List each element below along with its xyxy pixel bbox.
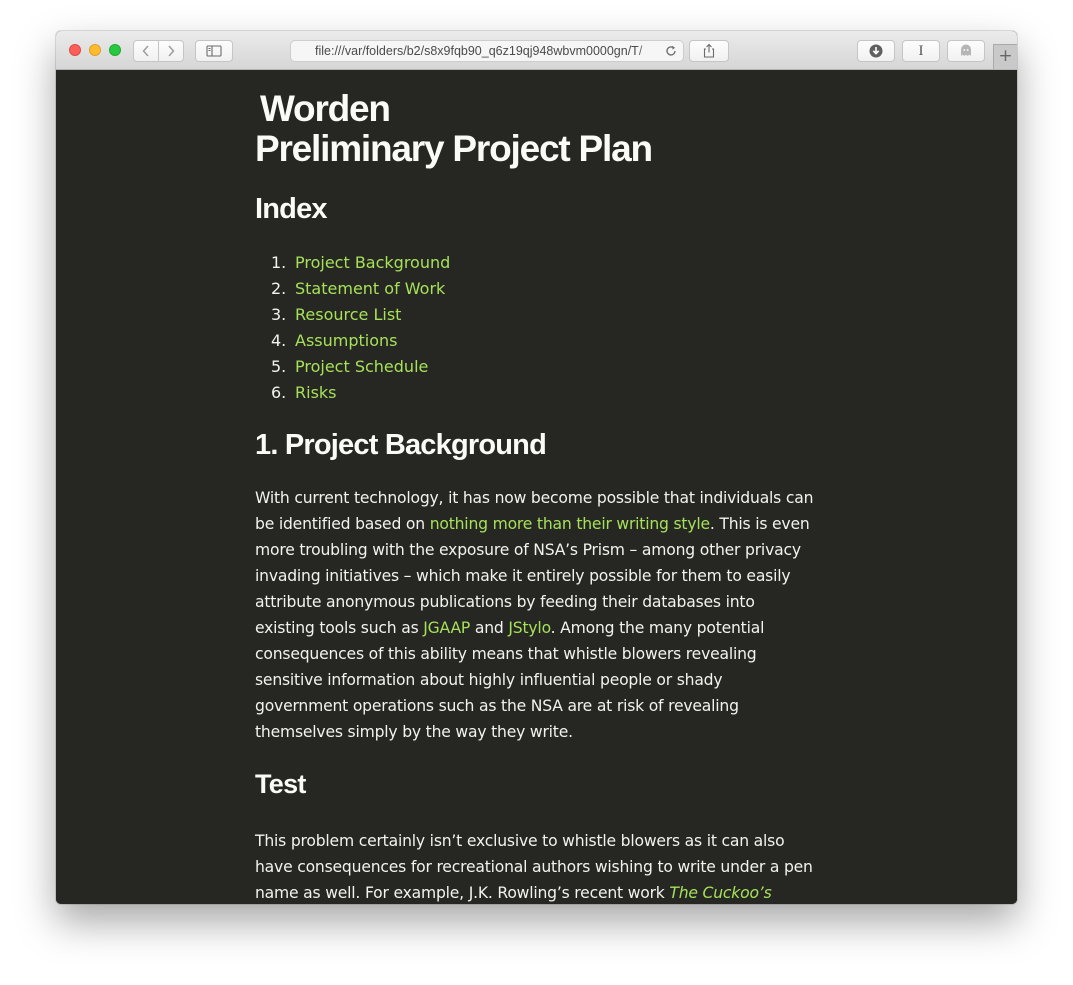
toc-link-resource-list[interactable]: Resource List: [295, 305, 401, 324]
new-tab-button[interactable]: +: [993, 44, 1017, 69]
page-title: Worden Preliminary Project Plan: [255, 89, 815, 169]
forward-button[interactable]: [158, 40, 184, 62]
title-line-2: Preliminary Project Plan: [255, 128, 653, 169]
toc-item: 6. Risks: [255, 380, 450, 406]
downloads-button[interactable]: [857, 40, 895, 62]
toc-item: 2. Statement of Work: [255, 276, 450, 302]
toc-number: 2.: [271, 279, 287, 298]
ghost-icon: [961, 44, 971, 56]
minimize-window-button[interactable]: [89, 44, 101, 56]
index-heading: Index: [255, 193, 328, 225]
toc-link-assumptions[interactable]: Assumptions: [295, 331, 397, 350]
paragraph-text: . Among the many potential consequences …: [255, 619, 765, 741]
toc-number: 6.: [271, 383, 287, 402]
table-of-contents: 1. Project Background 2. Statement of Work…: [255, 250, 450, 406]
reload-icon[interactable]: [664, 44, 678, 58]
download-icon: [869, 44, 883, 58]
writing-style-link[interactable]: nothing more than their writing style: [430, 515, 710, 533]
toc-number: 4.: [271, 331, 287, 350]
cuckoos-calling-link[interactable]: The Cuckoo’s: [669, 884, 771, 902]
browser-window: file:///var/folders/b2/s8x9fqb90_q6z19qj…: [56, 31, 1017, 904]
sidebar-icon: [206, 45, 222, 57]
section-heading-project-background: 1. Project Background: [255, 429, 547, 461]
share-icon: [703, 43, 715, 58]
toc-item: 1. Project Background: [255, 250, 450, 276]
test-paragraph: This problem certainly isn’t exclusive t…: [255, 828, 815, 904]
title-line-1: Worden: [260, 88, 391, 129]
section-heading-test: Test: [255, 769, 306, 799]
browser-toolbar: file:///var/folders/b2/s8x9fqb90_q6z19qj…: [56, 31, 1017, 70]
toc-link-project-background[interactable]: Project Background: [295, 253, 450, 272]
toc-link-project-schedule[interactable]: Project Schedule: [295, 357, 428, 376]
page-viewport[interactable]: Worden Preliminary Project Plan Index 1.…: [56, 70, 1017, 904]
jgaap-link[interactable]: JGAAP: [423, 619, 470, 637]
background-paragraph: With current technology, it has now beco…: [255, 485, 815, 745]
toc-number: 5.: [271, 357, 287, 376]
share-button[interactable]: [689, 40, 729, 62]
jstylo-link[interactable]: JStylo: [508, 619, 550, 637]
toc-number: 3.: [271, 305, 287, 324]
address-bar[interactable]: file:///var/folders/b2/s8x9fqb90_q6z19qj…: [290, 40, 684, 62]
toc-item: 4. Assumptions: [255, 328, 450, 354]
address-url[interactable]: file:///var/folders/b2/s8x9fqb90_q6z19qj…: [315, 41, 660, 61]
toc-item: 5. Project Schedule: [255, 354, 450, 380]
book-title: The Cuckoo’s: [669, 884, 772, 902]
toc-link-statement-of-work[interactable]: Statement of Work: [295, 279, 445, 298]
reader-extension-label: I: [918, 43, 924, 59]
ghostery-extension-button[interactable]: [947, 40, 985, 62]
toc-item: 3. Resource List: [255, 302, 450, 328]
toc-number: 1.: [271, 253, 287, 272]
back-button[interactable]: [133, 40, 159, 62]
document: Worden Preliminary Project Plan Index 1.…: [255, 89, 815, 903]
sidebar-button[interactable]: [195, 40, 233, 62]
zoom-window-button[interactable]: [109, 44, 121, 56]
paragraph-text: and: [470, 619, 509, 637]
close-window-button[interactable]: [69, 44, 81, 56]
chevron-right-icon: [168, 45, 175, 57]
reader-extension-button[interactable]: I: [902, 40, 940, 62]
chevron-left-icon: [142, 45, 149, 57]
toc-link-risks[interactable]: Risks: [295, 383, 337, 402]
